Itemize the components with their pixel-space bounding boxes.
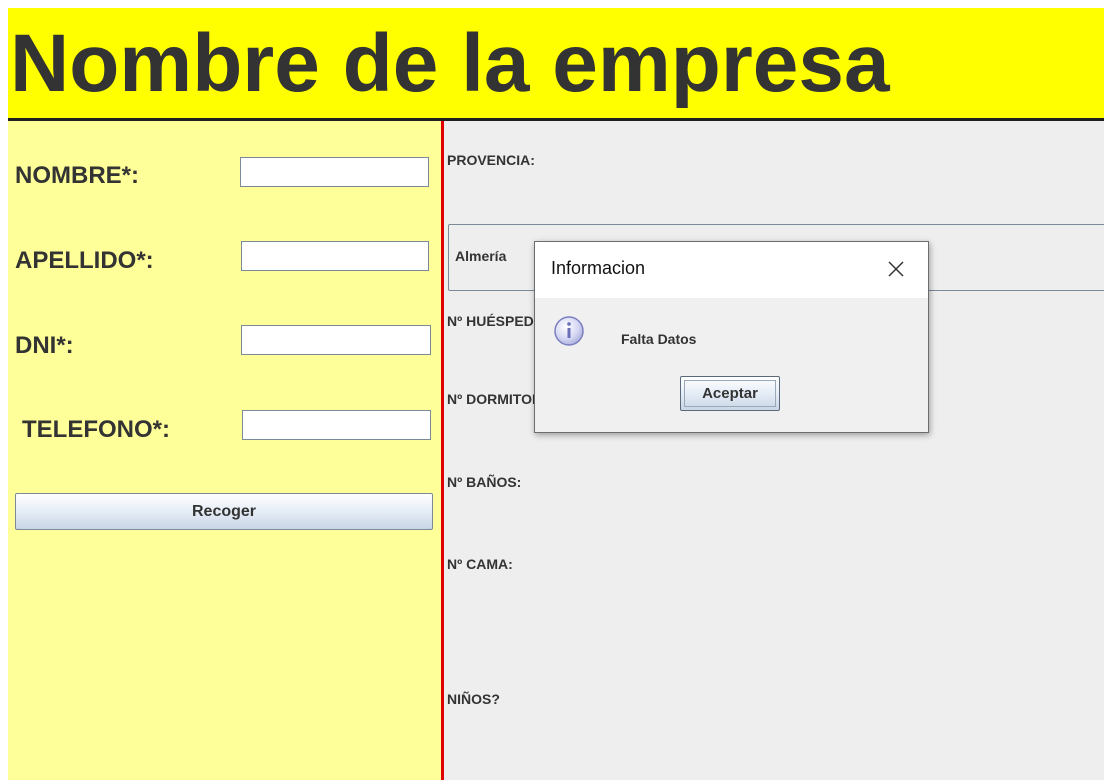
company-header: Nombre de la empresa <box>8 8 1104 118</box>
nombre-input[interactable] <box>240 157 429 187</box>
nombre-label: NOMBRE*: <box>15 162 139 189</box>
ninos-label: NIÑOS? <box>447 691 500 707</box>
customer-panel <box>8 121 441 780</box>
provincia-label: PROVENCIA: <box>447 152 535 168</box>
dialog-message: Falta Datos <box>621 331 697 347</box>
cama-label: Nº CAMA: <box>447 556 513 572</box>
provincia-selected-value: Almería <box>455 248 507 264</box>
info-icon <box>553 315 585 347</box>
property-panel <box>444 121 1104 780</box>
recoger-button[interactable]: Recoger <box>15 493 433 530</box>
dialog-titlebar: Informacion <box>535 242 928 298</box>
aceptar-button[interactable]: Aceptar <box>680 376 780 411</box>
dni-label: DNI*: <box>15 332 74 359</box>
banos-label: Nº BAÑOS: <box>447 474 522 490</box>
telefono-label: TELEFONO*: <box>22 416 170 443</box>
apellido-label: APELLIDO*: <box>15 247 154 274</box>
close-icon[interactable] <box>881 256 911 284</box>
telefono-input[interactable] <box>242 410 431 440</box>
company-name: Nombre de la empresa <box>10 18 890 109</box>
dni-input[interactable] <box>241 325 431 355</box>
aceptar-label: Aceptar <box>684 380 776 407</box>
info-dialog: Informacion Falta Datos Aceptar <box>534 241 929 433</box>
dialog-title: Informacion <box>551 258 646 278</box>
apellido-input[interactable] <box>241 241 429 271</box>
